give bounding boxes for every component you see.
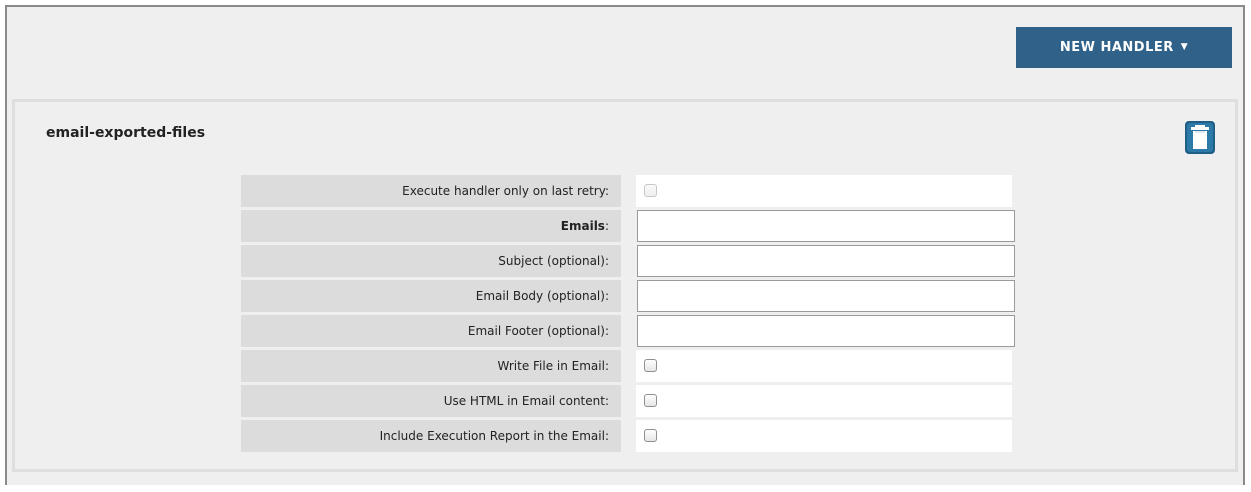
use-html-value: [636, 385, 1012, 417]
include-report-value: [636, 420, 1012, 452]
new-handler-button[interactable]: NEW HANDLER ▼: [1016, 27, 1232, 68]
include-report-checkbox[interactable]: [644, 429, 657, 442]
write-file-label: Write File in Email:: [241, 350, 621, 382]
include-report-label: Include Execution Report in the Email:: [241, 420, 621, 452]
last-retry-checkbox[interactable]: [644, 184, 657, 197]
last-retry-label: Execute handler only on last retry:: [241, 175, 621, 207]
email-footer-input[interactable]: [637, 315, 1015, 347]
write-file-checkbox[interactable]: [644, 359, 657, 372]
subject-label: Subject (optional):: [241, 245, 621, 277]
new-handler-label: NEW HANDLER: [1059, 40, 1174, 55]
use-html-checkbox[interactable]: [644, 394, 657, 407]
handler-panel: email-exported-files Execute handler onl…: [12, 99, 1238, 472]
emails-label-colon: :: [604, 219, 609, 233]
subject-input[interactable]: [637, 245, 1015, 277]
email-body-input[interactable]: [637, 280, 1015, 312]
handler-name: email-exported-files: [46, 125, 206, 141]
toolbar: NEW HANDLER ▼: [7, 7, 1243, 95]
email-body-label: Email Body (optional):: [241, 280, 621, 312]
emails-label: Emails: [560, 219, 605, 233]
emails-input[interactable]: [637, 210, 1015, 242]
window-frame: NEW HANDLER ▼ email-exported-files Execu…: [5, 5, 1245, 485]
write-file-value: [636, 350, 1012, 382]
delete-handler-button[interactable]: [1185, 121, 1215, 154]
trash-icon: [1185, 121, 1215, 154]
emails-label-cell: Emails:: [241, 210, 621, 242]
email-footer-label: Email Footer (optional):: [241, 315, 621, 347]
last-retry-value: [636, 175, 1012, 207]
use-html-label: Use HTML in Email content:: [241, 385, 621, 417]
chevron-down-icon: ▼: [1180, 42, 1189, 52]
